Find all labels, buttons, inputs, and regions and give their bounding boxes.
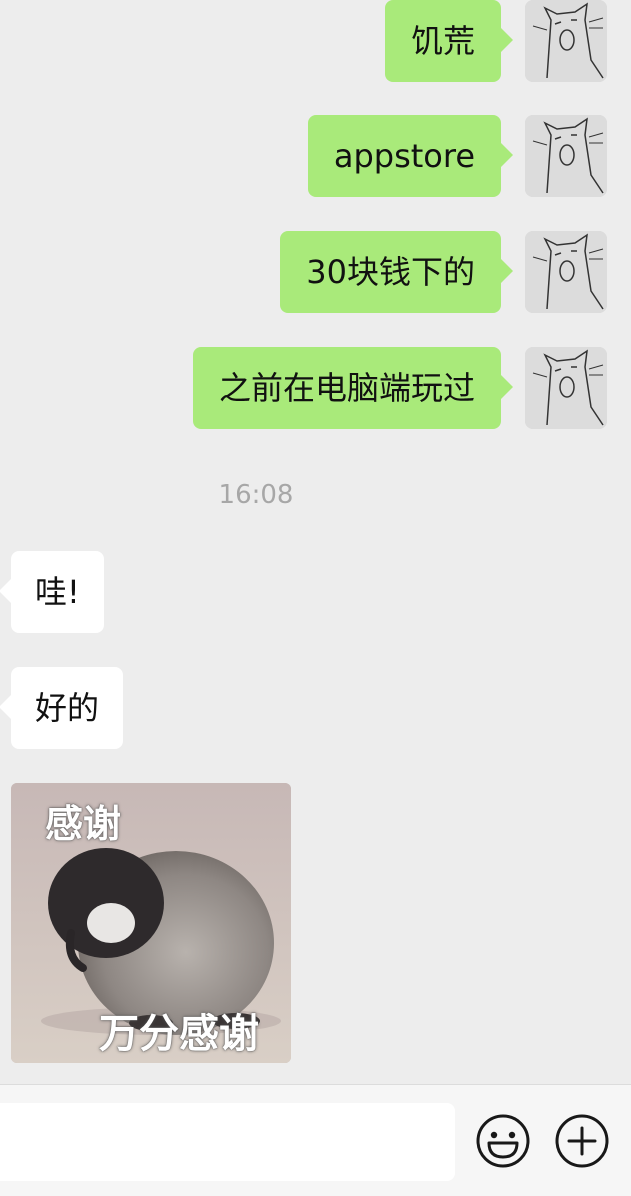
penguin-sticker[interactable]: 感谢 万分感谢 — [11, 783, 291, 1063]
avatar[interactable] — [525, 0, 607, 82]
chat-area: 饥荒 appstore 30块钱下的 之前在电脑端玩过 16:08 哇! 好的 … — [0, 0, 631, 1084]
incoming-message-row: 好的 — [0, 667, 124, 749]
avatar[interactable] — [525, 347, 607, 429]
avatar[interactable] — [525, 231, 607, 313]
avatar[interactable] — [525, 115, 607, 197]
sticker-caption-bottom: 万分感谢 — [99, 1011, 259, 1057]
cat-drawing-icon — [525, 115, 607, 197]
outgoing-message-bubble[interactable]: appstore — [307, 115, 514, 197]
sticker-caption-top: 感谢 — [45, 802, 122, 846]
cat-drawing-icon — [525, 231, 607, 313]
cat-drawing-icon — [525, 0, 607, 82]
incoming-message-bubble[interactable]: 好的 — [0, 667, 124, 749]
outgoing-message-bubble[interactable]: 之前在电脑端玩过 — [192, 347, 514, 429]
outgoing-message-row: appstore — [307, 115, 607, 197]
outgoing-message-bubble[interactable]: 饥荒 — [384, 0, 514, 82]
outgoing-message-row: 30块钱下的 — [280, 231, 607, 313]
incoming-message-row: 哇! — [0, 551, 104, 633]
outgoing-message-bubble[interactable]: 30块钱下的 — [280, 231, 513, 313]
emoji-button[interactable] — [473, 1111, 533, 1171]
message-input[interactable] — [0, 1103, 455, 1181]
input-toolbar — [0, 1084, 631, 1196]
plus-circle-icon — [555, 1114, 609, 1168]
outgoing-message-row: 饥荒 — [384, 0, 607, 82]
smile-face-icon — [476, 1114, 530, 1168]
cat-drawing-icon — [525, 347, 607, 429]
outgoing-message-row: 之前在电脑端玩过 — [192, 347, 607, 429]
more-button[interactable] — [552, 1111, 612, 1171]
message-timestamp: 16:08 — [218, 480, 294, 510]
incoming-message-bubble[interactable]: 哇! — [0, 551, 104, 633]
